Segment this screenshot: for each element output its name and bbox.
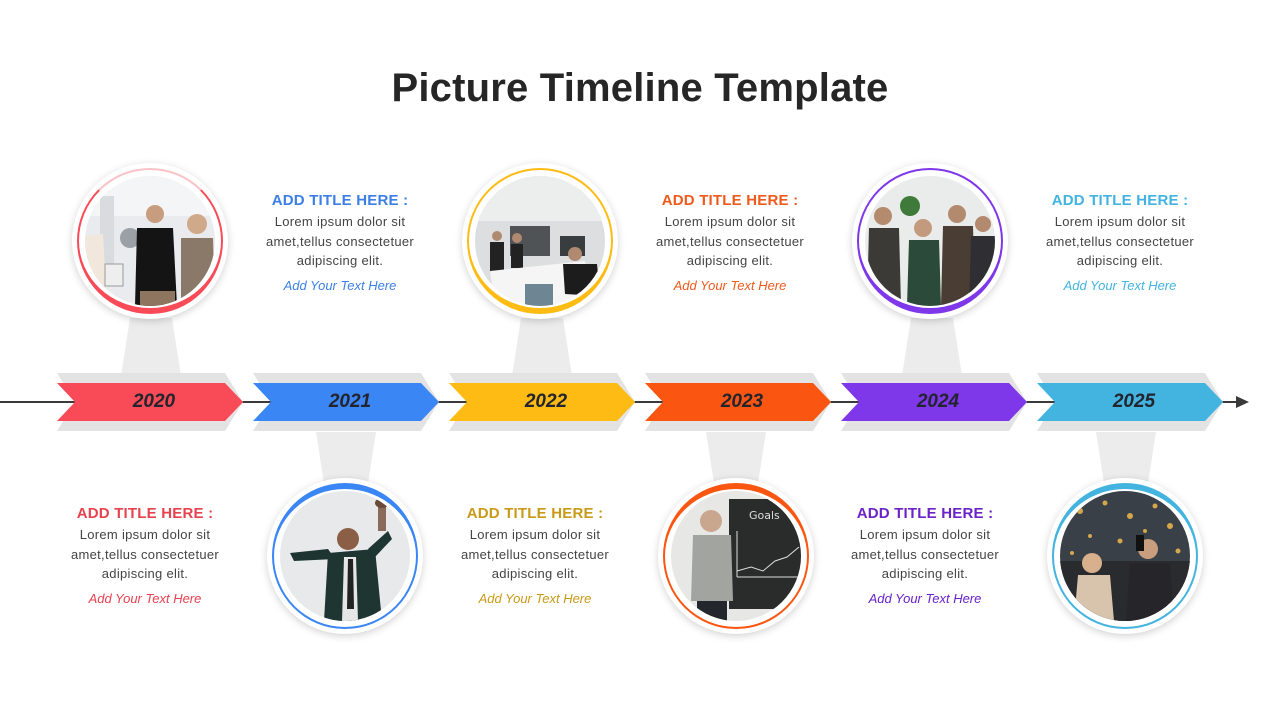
- photo-man-at-chalkboard-goals: Goals: [671, 491, 801, 621]
- year-label: 2021: [328, 391, 372, 412]
- milestone-link[interactable]: Add Your Text Here: [50, 591, 240, 606]
- photo-team-applauding: [865, 176, 995, 306]
- year-label: 2023: [720, 391, 764, 412]
- year-chevron[interactable]: 2021: [253, 383, 439, 421]
- photo-team-celebrating-office: [85, 176, 215, 306]
- milestone-text: ADD TITLE HERE : Lorem ipsum dolor sit a…: [1025, 192, 1215, 293]
- connector-stem: [512, 318, 572, 376]
- year-chevron[interactable]: 2025: [1037, 383, 1223, 421]
- milestone-text: ADD TITLE HERE : Lorem ipsum dolor sit a…: [50, 505, 240, 606]
- year-chevron[interactable]: 2022: [449, 383, 635, 421]
- year-chevron[interactable]: 2020: [57, 383, 243, 421]
- milestone-title: ADD TITLE HERE :: [466, 505, 604, 522]
- milestone-title: ADD TITLE HERE :: [661, 192, 799, 209]
- milestone-title: ADD TITLE HERE :: [271, 192, 409, 209]
- milestone-link[interactable]: Add Your Text Here: [245, 278, 435, 293]
- year-chevron[interactable]: 2024: [841, 383, 1027, 421]
- svg-text:Goals: Goals: [749, 509, 780, 522]
- arrow-right-icon: [1236, 396, 1249, 408]
- page-title: Picture Timeline Template: [391, 66, 889, 110]
- milestone-text: ADD TITLE HERE : Lorem ipsum dolor sit a…: [635, 192, 825, 293]
- milestone-title: ADD TITLE HERE :: [76, 505, 214, 522]
- photo-frame: Goals: [658, 478, 814, 634]
- photo-confetti-celebration: [1060, 491, 1190, 621]
- connector-stem: [902, 318, 962, 376]
- milestone-body: Lorem ipsum dolor sit amet,tellus consec…: [460, 527, 610, 581]
- milestone-link[interactable]: Add Your Text Here: [440, 591, 630, 606]
- milestone-link[interactable]: Add Your Text Here: [1025, 278, 1215, 293]
- year-label: 2025: [1112, 391, 1156, 412]
- photo-frame: [72, 163, 228, 319]
- milestone-title: ADD TITLE HERE :: [856, 505, 994, 522]
- milestone-text: ADD TITLE HERE : Lorem ipsum dolor sit a…: [245, 192, 435, 293]
- photo-frame: [462, 163, 618, 319]
- milestone-body: Lorem ipsum dolor sit amet,tellus consec…: [850, 527, 1000, 581]
- photo-frame: [267, 478, 423, 634]
- milestone-link[interactable]: Add Your Text Here: [830, 591, 1020, 606]
- milestone-body: Lorem ipsum dolor sit amet,tellus consec…: [1045, 214, 1195, 268]
- milestone-title: ADD TITLE HERE :: [1051, 192, 1189, 209]
- year-label: 2022: [524, 391, 568, 412]
- photo-meeting-room-presentation: [475, 176, 605, 306]
- milestone-link[interactable]: Add Your Text Here: [635, 278, 825, 293]
- milestone-body: Lorem ipsum dolor sit amet,tellus consec…: [265, 214, 415, 268]
- year-chevron[interactable]: 2023: [645, 383, 831, 421]
- connector-stem: [121, 318, 181, 376]
- milestone-body: Lorem ipsum dolor sit amet,tellus consec…: [655, 214, 805, 268]
- milestone-text: ADD TITLE HERE : Lorem ipsum dolor sit a…: [830, 505, 1020, 606]
- milestone-text: ADD TITLE HERE : Lorem ipsum dolor sit a…: [440, 505, 630, 606]
- year-label: 2020: [132, 391, 176, 412]
- milestone-body: Lorem ipsum dolor sit amet,tellus consec…: [70, 527, 220, 581]
- photo-businessman-with-trophy: [280, 491, 410, 621]
- year-label: 2024: [916, 391, 960, 412]
- photo-frame: [1047, 478, 1203, 634]
- photo-frame: [852, 163, 1008, 319]
